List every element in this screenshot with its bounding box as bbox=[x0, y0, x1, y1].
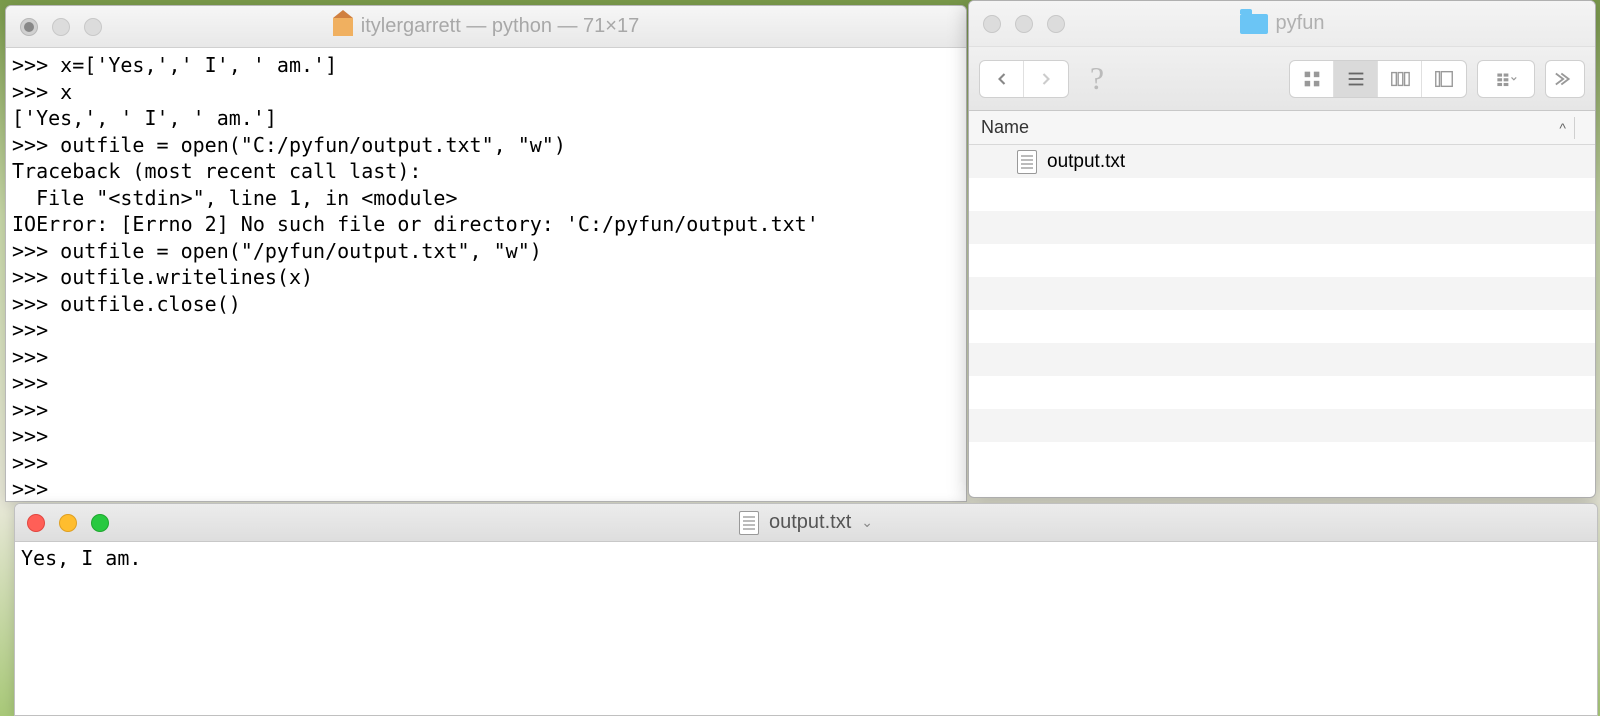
empty-row bbox=[969, 376, 1595, 409]
document-icon bbox=[739, 511, 759, 535]
empty-row bbox=[969, 244, 1595, 277]
file-name: output.txt bbox=[1047, 151, 1125, 173]
finder-toolbar: ? bbox=[969, 47, 1595, 111]
close-icon[interactable] bbox=[983, 15, 1001, 33]
finder-column-header[interactable]: Name ^ bbox=[969, 111, 1595, 145]
textedit-body[interactable]: Yes, I am. bbox=[15, 542, 1597, 715]
sort-indicator-icon: ^ bbox=[1559, 120, 1566, 136]
back-button[interactable] bbox=[980, 61, 1024, 97]
traffic-lights bbox=[20, 18, 102, 36]
list-view-button[interactable] bbox=[1334, 61, 1378, 97]
close-icon[interactable] bbox=[20, 18, 38, 36]
terminal-titlebar[interactable]: itylergarrett — python — 71×17 bbox=[6, 6, 966, 48]
help-icon[interactable]: ? bbox=[1079, 59, 1115, 99]
finder-file-list[interactable]: output.txt bbox=[969, 145, 1595, 497]
file-row[interactable]: output.txt bbox=[969, 145, 1595, 178]
textedit-title-text: output.txt bbox=[769, 511, 851, 534]
textedit-window: output.txt ⌄ Yes, I am. bbox=[14, 503, 1598, 716]
empty-row bbox=[969, 409, 1595, 442]
finder-title-text: pyfun bbox=[1276, 12, 1325, 35]
zoom-icon[interactable] bbox=[84, 18, 102, 36]
minimize-icon[interactable] bbox=[52, 18, 70, 36]
column-divider[interactable] bbox=[1574, 117, 1575, 139]
textedit-titlebar[interactable]: output.txt ⌄ bbox=[15, 504, 1597, 542]
terminal-body[interactable]: >>> x=['Yes,',' I', ' am.'] >>> x ['Yes,… bbox=[6, 48, 966, 501]
empty-row bbox=[969, 178, 1595, 211]
document-icon bbox=[1017, 150, 1037, 174]
arrange-button[interactable] bbox=[1478, 61, 1534, 97]
traffic-lights bbox=[983, 15, 1065, 33]
finder-window: pyfun ? bbox=[968, 0, 1596, 498]
terminal-window: itylergarrett — python — 71×17 >>> x=['Y… bbox=[5, 5, 967, 502]
column-name-label: Name bbox=[981, 117, 1559, 138]
terminal-title: itylergarrett — python — 71×17 bbox=[6, 15, 966, 38]
empty-row bbox=[969, 211, 1595, 244]
zoom-icon[interactable] bbox=[91, 514, 109, 532]
textedit-title: output.txt ⌄ bbox=[15, 511, 1597, 535]
traffic-lights bbox=[27, 514, 109, 532]
nav-buttons bbox=[979, 60, 1069, 98]
finder-titlebar[interactable]: pyfun bbox=[969, 1, 1595, 47]
gallery-view-button[interactable] bbox=[1422, 61, 1466, 97]
textedit-content: Yes, I am. bbox=[21, 546, 141, 570]
zoom-icon[interactable] bbox=[1047, 15, 1065, 33]
chevron-down-icon[interactable]: ⌄ bbox=[861, 514, 873, 531]
empty-row bbox=[969, 277, 1595, 310]
arrange-button-group bbox=[1477, 60, 1535, 98]
icon-view-button[interactable] bbox=[1290, 61, 1334, 97]
forward-button[interactable] bbox=[1024, 61, 1068, 97]
empty-row bbox=[969, 310, 1595, 343]
terminal-title-text: itylergarrett — python — 71×17 bbox=[361, 15, 639, 38]
minimize-icon[interactable] bbox=[1015, 15, 1033, 33]
minimize-icon[interactable] bbox=[59, 514, 77, 532]
empty-row bbox=[969, 343, 1595, 376]
close-icon[interactable] bbox=[27, 514, 45, 532]
home-icon bbox=[333, 18, 353, 36]
folder-icon bbox=[1240, 14, 1268, 34]
more-button[interactable] bbox=[1545, 60, 1585, 98]
column-view-button[interactable] bbox=[1378, 61, 1422, 97]
view-buttons bbox=[1289, 60, 1467, 98]
